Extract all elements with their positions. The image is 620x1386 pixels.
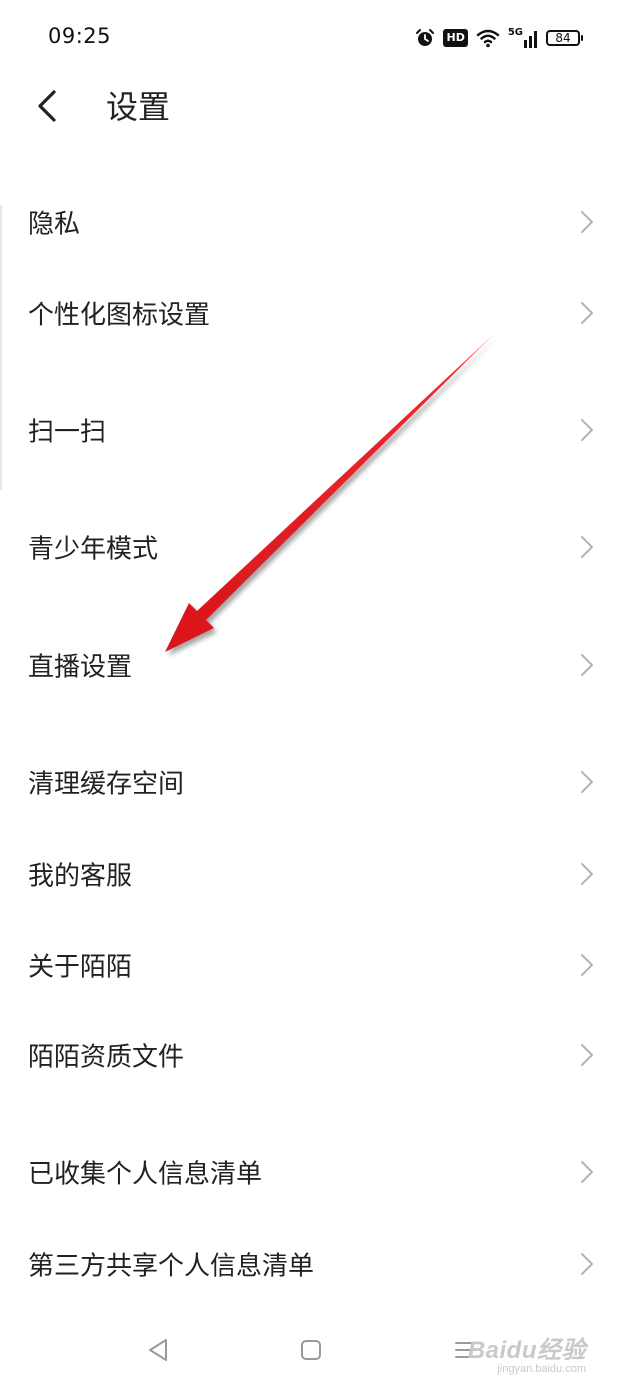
nav-home-button[interactable]	[291, 1330, 331, 1370]
chevron-right-icon	[581, 654, 593, 676]
chevron-right-icon	[581, 536, 593, 558]
triangle-back-icon	[149, 1339, 167, 1361]
settings-item-clear-cache[interactable]: 清理缓存空间	[0, 746, 620, 818]
settings-item-qualifications[interactable]: 陌陌资质文件	[0, 1019, 620, 1091]
back-button[interactable]	[28, 84, 68, 128]
page-title: 设置	[106, 88, 171, 126]
settings-item-label: 我的客服	[28, 861, 133, 892]
settings-item-collected-info[interactable]: 已收集个人信息清单	[0, 1136, 620, 1208]
status-time: 09:25	[48, 24, 112, 48]
settings-item-live-settings[interactable]: 直播设置	[0, 629, 620, 701]
signal-bars-icon: 5G	[508, 28, 538, 48]
wifi-icon	[476, 28, 500, 48]
chevron-right-icon	[581, 1044, 593, 1066]
settings-item-label: 清理缓存空间	[28, 769, 185, 800]
settings-item-icon-settings[interactable]: 个性化图标设置	[0, 277, 620, 349]
chevron-right-icon	[581, 1161, 593, 1183]
settings-item-label: 陌陌资质文件	[28, 1042, 185, 1073]
settings-item-scan[interactable]: 扫一扫	[0, 394, 620, 466]
settings-item-label: 第三方共享个人信息清单	[28, 1251, 315, 1282]
settings-item-customer-service[interactable]: 我的客服	[0, 838, 620, 910]
chevron-right-icon	[581, 419, 593, 441]
chevron-right-icon	[581, 302, 593, 324]
hd-badge: HD	[443, 29, 468, 47]
nav-back-button[interactable]	[138, 1330, 178, 1370]
alarm-clock-icon	[415, 28, 435, 48]
settings-item-teen-mode[interactable]: 青少年模式	[0, 511, 620, 583]
chevron-right-icon	[581, 211, 593, 233]
status-icons: HD 5G 84	[415, 26, 583, 50]
chevron-right-icon	[581, 771, 593, 793]
settings-item-label: 扫一扫	[28, 417, 107, 448]
status-bar: 09:25 HD 5G 84	[0, 0, 620, 76]
chevron-right-icon	[581, 863, 593, 885]
settings-item-label: 个性化图标设置	[28, 300, 211, 331]
settings-item-about[interactable]: 关于陌陌	[0, 929, 620, 1001]
settings-item-label: 关于陌陌	[28, 952, 133, 983]
watermark: Baidu经验 jingyan.baidu.com	[468, 1330, 586, 1375]
header: 设置	[0, 76, 620, 136]
network-type: 5G	[507, 27, 523, 38]
battery-icon: 84	[546, 30, 583, 46]
square-home-icon	[301, 1340, 321, 1360]
settings-item-label: 直播设置	[28, 652, 133, 683]
chevron-left-icon	[28, 90, 68, 132]
settings-item-third-party-info[interactable]: 第三方共享个人信息清单	[0, 1228, 620, 1300]
settings-item-privacy[interactable]: 隐私	[0, 186, 620, 258]
chevron-right-icon	[581, 954, 593, 976]
settings-item-label: 已收集个人信息清单	[28, 1159, 263, 1190]
chevron-right-icon	[581, 1253, 593, 1275]
settings-item-label: 隐私	[28, 209, 81, 240]
watermark-main: Baidu经验	[467, 1337, 586, 1364]
settings-item-label: 青少年模式	[28, 534, 159, 565]
